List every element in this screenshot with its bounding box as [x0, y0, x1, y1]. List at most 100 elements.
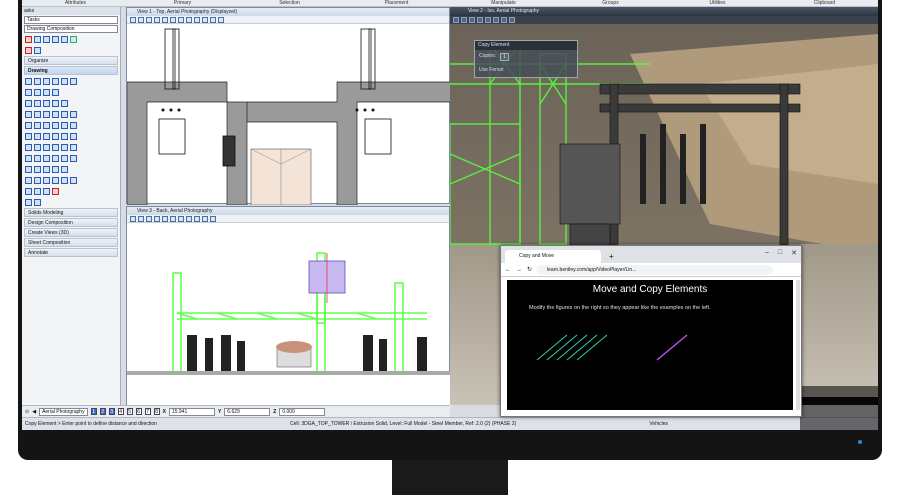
extend-icon[interactable] — [52, 121, 59, 129]
table-delete-icon[interactable] — [52, 187, 59, 195]
view-previous-icon[interactable] — [202, 216, 208, 222]
view-toggle-5[interactable]: 5 — [126, 408, 133, 415]
copy-icon[interactable] — [52, 35, 59, 43]
tab-clipboard[interactable]: Clipboard — [771, 0, 878, 6]
ellipse-icon[interactable] — [34, 110, 41, 118]
back-view-drawing[interactable] — [127, 223, 451, 406]
dimension-radius-icon[interactable] — [43, 165, 50, 173]
section-sheet-composition[interactable]: Sheet Composition — [24, 238, 118, 247]
view-attributes-icon[interactable] — [453, 17, 459, 23]
tab-primary[interactable]: Primary — [129, 0, 236, 6]
ref-attach-icon[interactable] — [25, 198, 32, 206]
angle-icon[interactable] — [43, 88, 50, 96]
insert-vertex-icon[interactable] — [70, 121, 77, 129]
text-large-icon[interactable] — [25, 154, 32, 162]
text-edit-icon[interactable] — [34, 143, 41, 151]
text-icon[interactable] — [25, 143, 32, 151]
check-icon[interactable] — [70, 35, 77, 43]
label-icon[interactable] — [70, 143, 77, 151]
fit-view-icon[interactable] — [178, 216, 184, 222]
arc-icon[interactable] — [43, 110, 50, 118]
maximize-icon[interactable]: □ — [778, 249, 782, 257]
copies-field[interactable]: 1 — [499, 53, 509, 61]
cell-place-icon[interactable] — [34, 176, 41, 184]
tasks-combo[interactable]: Tasks — [24, 16, 118, 24]
text-format-icon[interactable] — [52, 154, 59, 162]
z-field[interactable]: 0.000 — [279, 407, 326, 416]
zoom-in-icon[interactable] — [477, 17, 483, 23]
rotate-icon[interactable] — [61, 35, 68, 43]
text-spell-icon[interactable] — [43, 143, 50, 151]
view-attributes-icon[interactable] — [130, 216, 136, 222]
zoom-in-icon[interactable] — [154, 17, 160, 23]
window-area-icon[interactable] — [170, 17, 176, 23]
select-icon[interactable] — [25, 35, 32, 43]
half-arc-icon[interactable] — [52, 110, 59, 118]
copy-view-icon[interactable] — [218, 17, 224, 23]
forward-icon[interactable]: → — [516, 267, 522, 273]
dimension-leader-icon[interactable] — [61, 165, 68, 173]
hatch-icon[interactable] — [52, 132, 59, 140]
update-view-icon[interactable] — [146, 216, 152, 222]
close-icon[interactable]: ✕ — [791, 249, 797, 257]
view-previous-icon[interactable] — [202, 17, 208, 23]
x-field[interactable]: 15.941 — [168, 407, 215, 416]
circle-icon[interactable] — [25, 110, 32, 118]
view-toggle-1[interactable]: 1 — [90, 408, 97, 415]
cell-edit-icon[interactable] — [61, 176, 68, 184]
text-wrap-icon[interactable] — [61, 154, 68, 162]
spline-icon[interactable] — [70, 77, 77, 85]
window-area-icon[interactable] — [170, 216, 176, 222]
tab-groups[interactable]: Groups — [557, 0, 664, 6]
note-icon[interactable] — [52, 143, 59, 151]
polygon-icon[interactable] — [34, 99, 41, 107]
scale-icon[interactable] — [34, 46, 41, 54]
fill-icon[interactable] — [70, 132, 77, 140]
point-icon[interactable] — [52, 77, 59, 85]
fit-view-icon[interactable] — [501, 17, 507, 23]
tab-manipulate[interactable]: Manipulate — [450, 0, 557, 6]
tab-utilities[interactable]: Utilities — [664, 0, 771, 6]
view-toggle-7[interactable]: 7 — [144, 408, 151, 415]
scrollbar[interactable] — [796, 280, 800, 410]
tab-placement[interactable]: Placement — [343, 0, 450, 6]
view-next-icon[interactable] — [210, 216, 216, 222]
view-toggle-6[interactable]: 6 — [135, 408, 142, 415]
modify-arc-icon[interactable] — [70, 110, 77, 118]
rectangle-icon[interactable] — [25, 99, 32, 107]
multiline-icon[interactable] — [52, 88, 59, 96]
rotate-view-icon[interactable] — [509, 17, 515, 23]
view-group-select[interactable]: Aerial Photography — [39, 407, 88, 416]
delete-icon[interactable] — [25, 46, 32, 54]
rotate-view-icon[interactable] — [186, 17, 192, 23]
video-content[interactable]: Move and Copy Elements Modify the figure… — [507, 280, 793, 410]
polyline-icon[interactable] — [43, 77, 50, 85]
view-next-icon[interactable] — [210, 17, 216, 23]
zoom-out-icon[interactable] — [485, 17, 491, 23]
arrow-icon[interactable] — [25, 88, 32, 96]
zoom-out-icon[interactable] — [162, 17, 168, 23]
y-field[interactable]: 6.629 — [224, 407, 271, 416]
pan-view-icon[interactable] — [194, 216, 200, 222]
display-style-icon[interactable] — [138, 17, 144, 23]
address-bar[interactable]: learn.bentley.com/app/VideoPlayer/Lin... — [537, 264, 773, 275]
copy-element-dialog[interactable]: Copy Element Copies: 1 Use Fence: — [474, 40, 578, 78]
update-view-icon[interactable] — [469, 17, 475, 23]
break-icon[interactable] — [61, 121, 68, 129]
view-attributes-icon[interactable] — [130, 17, 136, 23]
section-solids-modeling[interactable]: Solids Modeling — [24, 208, 118, 217]
tab-attributes[interactable]: Attributes — [22, 0, 129, 6]
dimension-angle-icon[interactable] — [34, 165, 41, 173]
reload-icon[interactable]: ↻ — [527, 266, 532, 273]
curve-icon[interactable] — [61, 77, 68, 85]
trim-icon[interactable] — [43, 121, 50, 129]
level-display[interactable]: Vehicles — [649, 418, 668, 430]
cell-library-icon[interactable] — [70, 176, 77, 184]
fence-icon[interactable] — [34, 35, 41, 43]
browser-tab[interactable]: Copy and Move — [505, 250, 601, 263]
view-toggle-2[interactable]: 2 — [99, 408, 106, 415]
section-create-views[interactable]: Create Views (3D) — [24, 228, 118, 237]
top-view-drawing[interactable] — [126, 24, 452, 206]
display-style-icon[interactable] — [461, 17, 467, 23]
table-insert-icon[interactable] — [43, 187, 50, 195]
